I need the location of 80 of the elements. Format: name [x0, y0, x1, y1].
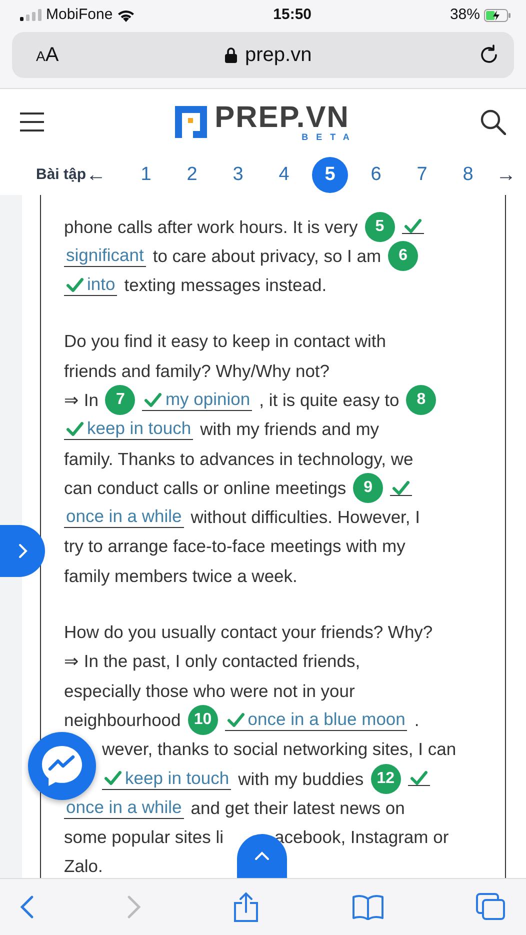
- exercise-label: Bài tập: [36, 164, 86, 185]
- body-text: acebook, Instagram or: [274, 826, 449, 850]
- body-text: try to arrange face-to-face meetings with my: [64, 535, 406, 558]
- page-number-button[interactable]: 3: [220, 157, 256, 193]
- body-text: to care about privacy, so I am: [152, 244, 382, 268]
- body-text: family. Thanks to advances in technology, we: [64, 448, 414, 471]
- body-text: wever, thanks to social networking sites, I can: [102, 738, 456, 762]
- question-number: 7: [105, 385, 136, 416]
- body-text: phone calls after work hours. It is very: [64, 216, 358, 239]
- body-text: without difficulties. However, I: [190, 506, 420, 530]
- body-text: texting messages instead.: [124, 274, 327, 298]
- question-number: 9: [353, 473, 384, 504]
- chevron-up-icon: [254, 851, 270, 861]
- body-text: and get their latest news on: [190, 796, 405, 820]
- body-text: neighbourhood: [64, 708, 181, 732]
- answer-blank[interactable]: into: [64, 274, 118, 296]
- reload-icon: [478, 44, 500, 66]
- signal-icon: [20, 9, 42, 21]
- book-icon: [352, 894, 384, 920]
- question-number: 5: [364, 212, 395, 242]
- share-icon: [233, 892, 259, 922]
- carrier-name: MobiFone: [46, 4, 113, 25]
- body-text: Zalo.: [64, 855, 103, 878]
- body-text: ⇒ In the past, I only contacted friends,: [64, 650, 360, 674]
- clock-time: 15:50: [273, 4, 312, 25]
- battery-percent: 38%: [450, 4, 480, 25]
- answer-blank[interactable]: once in a blue moon: [224, 709, 408, 732]
- body-text: .: [414, 708, 420, 732]
- page-number-button[interactable]: 2: [174, 157, 210, 193]
- answer-blank[interactable]: once in a while: [64, 506, 184, 528]
- body-text: family members twice a week.: [64, 564, 298, 588]
- next-button[interactable]: →: [496, 165, 522, 185]
- chat-bubble-icon: [39, 743, 85, 789]
- forward-icon: [126, 894, 140, 919]
- question-number: 12: [370, 764, 401, 794]
- body-text: friends and family? Why/Why not?: [64, 360, 330, 383]
- chevron-right-icon: [18, 543, 28, 559]
- search-button[interactable]: [480, 109, 506, 135]
- tabs-icon: [476, 893, 506, 921]
- tabs-button[interactable]: [476, 893, 506, 921]
- sidebar-toggle-button[interactable]: [0, 525, 45, 577]
- body-text: especially those who were not in your: [64, 680, 355, 703]
- body-text: can conduct calls or online meetings: [64, 476, 346, 500]
- text-size-button[interactable]: AA: [36, 40, 59, 70]
- back-button[interactable]: [20, 894, 34, 920]
- share-button[interactable]: [233, 892, 259, 922]
- search-icon: [480, 109, 506, 135]
- menu-icon: [20, 112, 44, 132]
- question-number: 6: [388, 240, 418, 271]
- body-text: Do you find it easy to keep in contact with: [64, 330, 386, 354]
- question-number: 8: [406, 385, 436, 416]
- body-text: with my friends and my: [200, 418, 380, 442]
- body-text: ⇒ In: [64, 389, 98, 412]
- answer-blank[interactable]: my opinion: [142, 389, 252, 412]
- body-text: some popular sites li: [64, 826, 224, 850]
- logo-icon: [174, 106, 207, 138]
- page-number-button[interactable]: 8: [450, 157, 486, 193]
- answer-blank[interactable]: keep in touch: [102, 768, 232, 790]
- wifi-icon: [116, 8, 135, 22]
- battery-icon: [484, 8, 512, 22]
- page-number-button[interactable]: 1: [128, 157, 164, 193]
- page-number-button[interactable]: 7: [404, 157, 440, 193]
- url-text[interactable]: prep.vn: [244, 40, 312, 70]
- bookmarks-button[interactable]: [352, 894, 384, 920]
- page-number-button[interactable]: 6: [358, 157, 394, 193]
- logo-subtitle: BETA: [300, 132, 358, 142]
- logo-text: PREP.VN: [214, 102, 350, 132]
- body-text: , it is quite easy to: [259, 389, 400, 412]
- menu-button[interactable]: [20, 110, 44, 134]
- answer-blank[interactable]: significant: [64, 244, 146, 267]
- body-text: How do you usually contact your friends? Why?: [64, 621, 433, 644]
- page-number-button[interactable]: 4: [266, 157, 302, 193]
- page-number-button[interactable]: 5: [312, 157, 348, 193]
- lock-icon: [224, 47, 237, 63]
- messenger-button[interactable]: [28, 732, 96, 800]
- answer-blank[interactable]: keep in touch: [64, 418, 194, 440]
- back-icon: [20, 894, 34, 919]
- body-text: with my buddies: [238, 768, 364, 791]
- question-number: 10: [188, 705, 218, 736]
- previous-button[interactable]: ←: [86, 165, 112, 185]
